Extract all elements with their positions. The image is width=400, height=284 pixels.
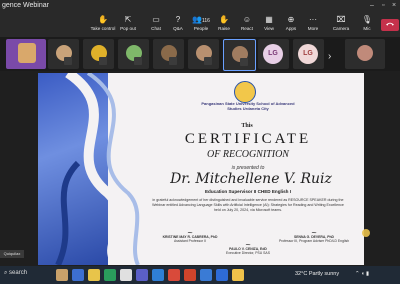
taskbar-app-icon[interactable] — [72, 269, 84, 281]
mic-off-icon: 🎙 — [361, 15, 373, 24]
avatar-initials: LG — [263, 44, 283, 64]
university-seal-icon — [234, 81, 256, 103]
participant-tile[interactable]: LG — [258, 39, 289, 69]
mic-off-badge-icon — [99, 57, 107, 65]
participant-tile[interactable] — [118, 39, 149, 69]
system-tray-icons[interactable]: ⌃ ◖ ▮ — [355, 271, 369, 277]
participant-tile[interactable] — [345, 39, 385, 69]
maximize-icon[interactable]: ▫ — [382, 2, 384, 9]
mic-off-badge-icon — [169, 57, 177, 65]
word-icon[interactable] — [216, 269, 228, 281]
taskbar-app-icon[interactable] — [168, 269, 180, 281]
certificate: Pangasinan State University School of Ad… — [38, 73, 364, 265]
pop-out-button[interactable]: ⇱ Pop out — [115, 14, 141, 32]
taskbar-search[interactable]: ⌕ search — [4, 270, 27, 277]
participant-tile[interactable] — [48, 39, 79, 69]
mic-off-badge-icon — [64, 57, 72, 65]
powerpoint-icon[interactable] — [184, 269, 196, 281]
avatar — [357, 45, 373, 61]
avatar — [18, 43, 36, 63]
participant-tile[interactable]: LG — [293, 39, 324, 69]
more-button[interactable]: ··· More — [300, 14, 326, 32]
minimize-icon[interactable]: – — [370, 2, 374, 9]
participant-tile[interactable] — [153, 39, 184, 69]
phone-hangup-icon — [386, 22, 394, 26]
signatory-3: ~ SENNA G. DEVERA, PhD Professor III, Pr… — [274, 230, 354, 244]
quiz-label[interactable]: Quiquilax — [0, 250, 24, 258]
teams-icon[interactable] — [136, 269, 148, 281]
camera-off-icon: ⌧ — [336, 15, 346, 24]
mic-off-badge-icon — [204, 57, 212, 65]
mic-button[interactable]: 🎙 Mic — [354, 14, 380, 32]
certificate-ribbon-decoration — [55, 73, 140, 265]
participant-gallery: LG LG › — [0, 37, 400, 71]
participant-tile[interactable] — [188, 39, 219, 69]
file-explorer-icon[interactable] — [88, 269, 100, 281]
participant-tile-active[interactable] — [223, 39, 256, 71]
gallery-next-icon[interactable]: › — [328, 51, 331, 62]
cert-this: This — [241, 123, 253, 129]
signatory-1: ~ KRISTINE MAY R. CABRERA, PhD Assistant… — [154, 230, 226, 244]
mic-off-badge-icon — [240, 58, 248, 66]
take-control-icon: ✋ — [98, 15, 108, 24]
camera-button[interactable]: ⌧ Camera — [328, 14, 354, 32]
participant-tile[interactable] — [83, 39, 114, 69]
cert-title: CERTIFICATE — [184, 131, 312, 147]
cert-subtitle: OF RECOGNITION — [207, 149, 289, 160]
avatar-initials: LG — [298, 44, 318, 64]
recipient-role: Education Supervisor II CHED English I — [204, 189, 292, 194]
recipient-name: Dr. Mitchellene V. Ruiz — [170, 171, 332, 187]
leave-button[interactable] — [381, 19, 399, 31]
participant-tile[interactable] — [6, 39, 46, 69]
more-icon: ··· — [309, 15, 317, 24]
taskbar-app-icon[interactable] — [56, 269, 68, 281]
chrome-icon[interactable] — [232, 269, 244, 281]
taskbar-app-icon[interactable] — [152, 269, 164, 281]
close-icon[interactable]: × — [392, 2, 396, 9]
edge-icon[interactable] — [200, 269, 212, 281]
window-title: gence Webinar — [2, 2, 49, 9]
meeting-toolbar: ✋ Take control ⇱ Pop out ▭ Chat ? Q&A 👥1… — [0, 13, 400, 37]
shared-screen: Pangasinan State University School of Ad… — [0, 71, 400, 265]
university-name: Pangasinan State University School of Ad… — [201, 101, 295, 111]
cert-body: in grateful acknowledgement of her disti… — [152, 198, 344, 212]
title-bar: gence Webinar – ▫ × — [0, 0, 400, 13]
taskbar-app-icon[interactable] — [120, 269, 132, 281]
pointer-highlight — [362, 229, 370, 237]
mic-off-badge-icon — [134, 57, 142, 65]
people-count: 116 — [201, 18, 210, 24]
taskbar: ⌕ search 32°C Partly sunny ⌃ ◖ ▮ — [0, 266, 400, 284]
signatory-2: ~ PAULO V. CENIZA, EdD Executive Directo… — [208, 242, 288, 256]
pop-out-icon: ⇱ — [124, 15, 132, 24]
weather-widget[interactable]: 32°C Partly sunny — [295, 271, 339, 277]
take-control-button[interactable]: ✋ Take control — [90, 14, 116, 32]
taskbar-app-icon[interactable] — [104, 269, 116, 281]
